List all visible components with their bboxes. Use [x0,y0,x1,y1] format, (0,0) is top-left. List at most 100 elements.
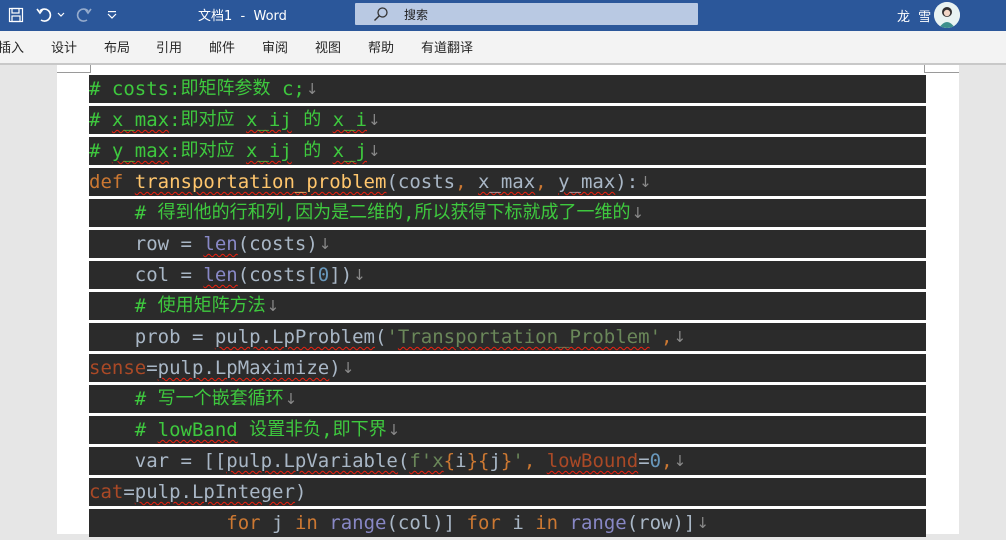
code-token: # [89,388,158,410]
tab-insert[interactable]: 插入 [0,37,24,56]
code-line[interactable]: prob = pulp.LpProblem(' Transportation_Pr… [89,323,926,354]
code-line-highlight: cat = pulp.LpInteger) [89,478,926,506]
code-token: ' [386,326,398,348]
user-name[interactable]: 龙 雪 [897,6,933,25]
undo-icon[interactable] [34,3,56,27]
paragraph-mark: ↓ [673,452,687,470]
code-token: j [272,512,295,534]
code-token: 写一个嵌套循环 [157,388,284,409]
paragraph-mark: ↓ [673,328,687,346]
code-token: x_max [477,171,536,193]
code-token: 即下界 [332,419,387,440]
code-line[interactable]: var = [[pulp.LpVariable(f'x{i}{j} ', lowB… [89,447,926,478]
code-token: x_max [111,109,170,131]
save-icon[interactable] [6,3,26,27]
code-token: pulp.LpMaximize [157,357,330,379]
code-line[interactable]: # 写一个嵌套循环 ↓ [89,385,926,416]
code-token: }{ [466,450,490,472]
code-line[interactable]: # y_max: 即对应 x_ij 的 x_j ↓ [89,137,926,168]
undo-dropdown-icon[interactable] [56,3,66,27]
code-token: pulp.LpVariable [226,450,398,472]
code-token: in [294,512,330,534]
code-line[interactable]: row = len (costs) ↓ [89,230,926,261]
code-token: sense [89,357,147,379]
code-line[interactable]: # costs: 即矩阵参数 c; ↓ [89,75,926,106]
code-line[interactable]: # x_max: 即对应 x_ij 的 x_i ↓ [89,106,926,137]
code-token: { [443,450,456,472]
code-token: # [89,419,158,441]
code-token: ( [375,326,387,348]
code-token: 的 [303,140,322,161]
code-token: ( [397,450,410,472]
code-line-highlight: # x_max: 即对应 x_ij 的 x_i ↓ [89,106,926,134]
code-line[interactable]: def transportation_problem (costs, x_max,… [89,168,926,199]
code-token: 0 [317,264,330,286]
code-token: y_max [111,140,170,162]
margin-corner-right-h [924,72,959,73]
code-token: (col)] [386,512,467,534]
code-token: prob = [89,326,215,348]
tab-layout[interactable]: 布局 [104,37,130,56]
tab-mailings[interactable]: 邮件 [209,37,235,56]
code-line-highlight: # lowBand 设置非负, 即下界 ↓ [89,416,926,444]
code-token: x_ij [246,109,292,131]
tab-youdao-translate[interactable]: 有道翻译 [421,37,473,56]
code-token: 的 [303,109,322,130]
paragraph-mark: ↓ [387,421,401,439]
customize-qat-icon[interactable] [104,3,120,27]
code-token: range [329,512,387,534]
code-token: 得到他的行和列 [157,202,284,223]
code-token: 即对应 [180,140,235,161]
code-token: 使用矩阵方法 [157,295,266,316]
code-token: : [169,109,181,131]
title-bar: 文档1 - Word 搜索 龙 雪 [0,0,1006,31]
code-token: x_i [332,109,367,131]
search-box[interactable]: 搜索 [355,3,698,25]
code-token: x_j [332,140,367,162]
code-line[interactable]: # 得到他的行和列, 因为是二维的, 所以获得下标就成了一维的 ↓ [89,199,926,230]
paragraph-mark: ↓ [631,204,645,222]
tab-design[interactable]: 设计 [51,37,77,56]
code-token: , [535,171,559,193]
code-token: = [638,450,650,472]
margin-corner-left-h [57,72,91,73]
tab-help[interactable]: 帮助 [368,37,394,56]
code-line[interactable]: # lowBand 设置非负, 即下界 ↓ [89,416,926,447]
code-token: f'x [409,450,444,472]
avatar[interactable] [934,2,960,28]
tab-references[interactable]: 引用 [156,37,182,56]
code-token: 0 [649,450,662,472]
code-line[interactable]: cat = pulp.LpInteger) [89,478,926,509]
paragraph-mark: ↓ [284,390,298,408]
code-line-highlight: # costs: 即矩阵参数 c; ↓ [89,75,926,103]
code-token: for [226,512,273,534]
code-token: var = [[ [89,450,227,472]
paragraph-mark: ↓ [696,514,709,532]
code-token: , [321,419,333,441]
code-token: ): [615,171,639,193]
code-token: 设置非负 [249,419,322,440]
tab-view[interactable]: 视图 [315,37,341,56]
redo-icon[interactable] [72,3,94,27]
document-title: 文档1 - Word [198,9,287,24]
code-line[interactable]: col = len (costs[0]) ↓ [89,261,926,292]
code-token: ) [329,357,341,379]
code-token: 因为是二维的 [295,202,404,223]
code-token: , [661,450,673,472]
code-token: pulp.LpProblem [214,326,375,348]
code-line[interactable]: sense = pulp.LpMaximize) ↓ [89,354,926,385]
code-token: for [466,512,513,534]
code-line[interactable]: for j in range (col)] for i in range (row)… [89,509,926,540]
code-token: # costs: [89,78,181,100]
code-token: col = [89,264,204,286]
code-token: 所以获得下标就成了一维的 [414,202,631,223]
tab-review[interactable]: 审阅 [262,37,288,56]
code-line[interactable]: # 使用矩阵方法 ↓ [89,292,926,323]
code-token: # [89,202,158,224]
code-token: pulp.LpInteger [134,481,295,503]
code-line-highlight: prob = pulp.LpProblem(' Transportation_Pr… [89,323,926,351]
